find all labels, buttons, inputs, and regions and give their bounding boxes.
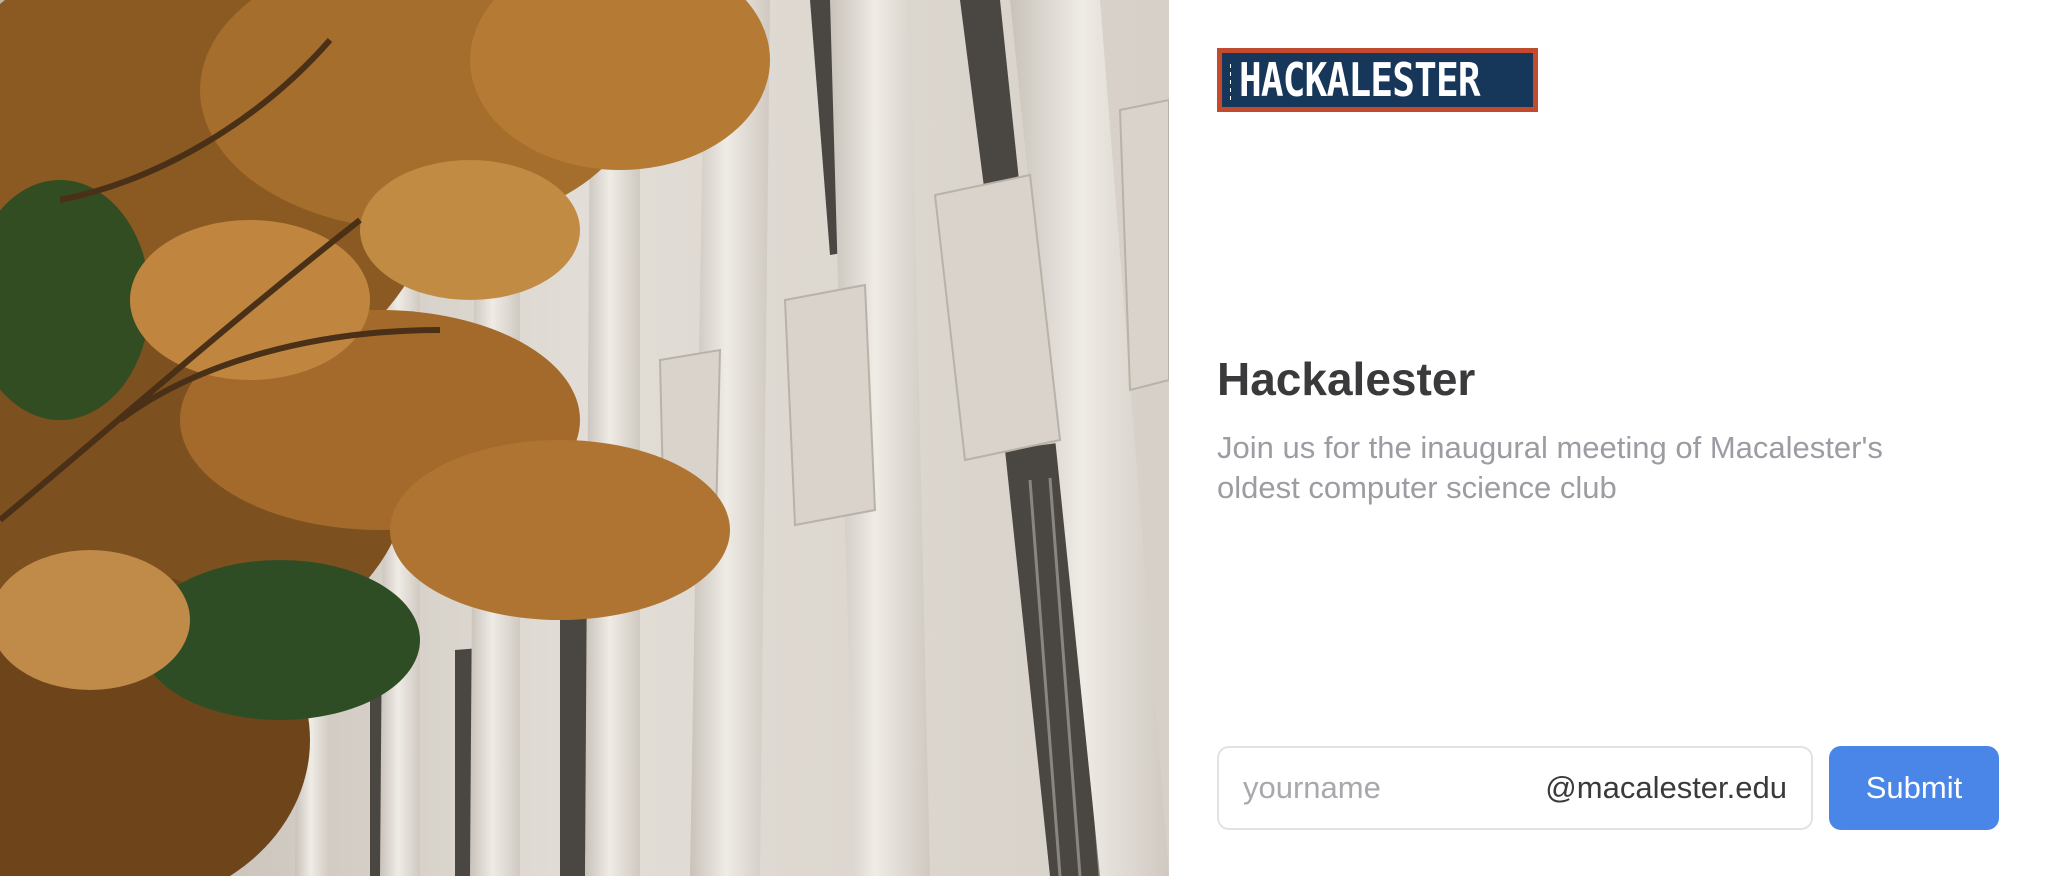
content-panel: HACKALESTER Hackalester Join us for the … — [1169, 0, 2048, 876]
logo-badge: HACKALESTER — [1222, 53, 1533, 107]
username-input[interactable] — [1243, 770, 1546, 806]
hero-image — [0, 0, 1169, 876]
page-title: Hackalester — [1217, 353, 1476, 405]
email-field[interactable]: @macalester.edu — [1217, 746, 1813, 830]
submit-button[interactable]: Submit — [1829, 746, 1999, 830]
signup-form: @macalester.edu Submit — [1217, 746, 1999, 830]
email-domain-suffix: @macalester.edu — [1545, 770, 1787, 805]
checkered-flag-icon — [1230, 60, 1232, 100]
page-subtitle: Join us for the inaugural meeting of Mac… — [1217, 430, 1883, 505]
hackalester-logo: HACKALESTER — [1217, 48, 1538, 112]
building-photo — [0, 0, 1169, 876]
logo-wordmark: HACKALESTER — [1239, 53, 1481, 107]
